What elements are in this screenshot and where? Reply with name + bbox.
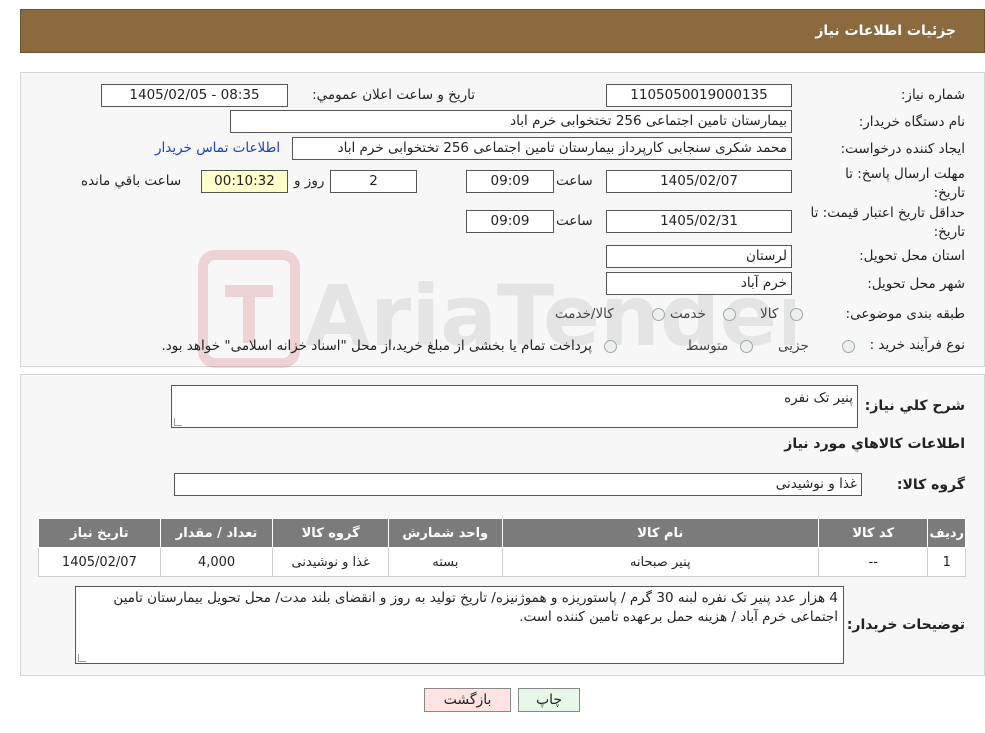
province-field: لرستان [606,245,792,268]
category-radio-service[interactable] [723,308,736,321]
price-validity-label: حداقل تاریخ اعتبار قیمت: تا [810,205,965,221]
col-quantity: تعداد / مقدار [159,518,274,548]
items-heading: اطلاعات کالاهاي مورد نياز [784,436,965,452]
need-description-field[interactable]: پنیر تک نفره [171,385,858,428]
cell-unit: بسته [387,547,503,577]
deadline-time-field: 09:09 [466,170,554,193]
creator-label: ایجاد کننده درخواست: [840,141,965,157]
item-group-field: غذا و نوشیدنی [174,473,862,496]
items-table: رديف کد کالا نام کالا واحد شمارش گروه کا… [38,518,966,577]
cell-group: غذا و نوشیدنی [272,547,389,577]
city-label: شهر محل تحویل: [867,276,965,292]
resize-handle-icon[interactable] [174,418,182,426]
treasury-radio[interactable] [604,340,617,353]
price-validity-label-2: تاریخ: [933,224,965,240]
deadline-label-2: تاریخ: [933,185,965,201]
buyer-notes-label: توضیحات خریدار: [846,617,965,633]
time-remaining-label: ساعت باقي مانده [81,173,182,189]
need-number-label: شماره نیاز: [900,87,965,103]
col-group: گروه کالا [272,518,389,548]
col-row-number: رديف [927,518,966,548]
table-row: 1 -- پنیر صبحانه بسته غذا و نوشیدنی 4,00… [38,547,966,577]
page-header: جزئیات اطلاعات نیاز [20,9,985,53]
col-unit: واحد شمارش [387,518,503,548]
cell-item-code: -- [817,547,929,577]
process-option-medium: متوسط [686,338,729,354]
deadline-time-label: ساعت [556,173,593,189]
validity-time-field: 09:09 [466,210,554,233]
cell-need-date: 1405/02/07 [38,547,161,577]
days-remaining-field: 2 [330,170,417,193]
buyer-org-label: نام دستگاه خریدار: [858,114,965,130]
category-label: طبقه بندی موضوعی: [845,306,965,322]
category-radio-goods-service[interactable] [652,308,665,321]
category-radio-goods[interactable] [790,308,803,321]
cell-row-number: 1 [927,547,966,577]
page-title: جزئیات اطلاعات نیاز [815,23,956,39]
category-option-service: خدمت [670,306,706,322]
col-need-date: تاریخ نیاز [38,518,161,548]
creator-field: محمد شکری سنجابی کارپرداز بیمارستان تامی… [292,137,792,160]
validity-time-label: ساعت [556,213,593,229]
announce-field: 1405/02/05 - 08:35 [101,84,288,107]
days-label: روز و [294,173,325,189]
validity-date-field: 1405/02/31 [606,210,792,233]
need-description-text: پنیر تک نفره [784,390,853,406]
process-type-label: نوع فرآیند خرید : [869,337,965,353]
category-option-goods-service: کالا/خدمت [555,306,614,322]
announce-label: تاریخ و ساعت اعلان عمومي: [312,87,475,103]
buyer-notes-text: 4 هزار عدد پنیر تک نفره لبنه 30 گرم / پا… [113,590,838,625]
need-number-field: 1105050019000135 [606,84,792,107]
deadline-date-field: 1405/02/07 [606,170,792,193]
process-radio-minor[interactable] [842,340,855,353]
buyer-org-field: بیمارستان تامین اجتماعی 256 تختخوابی خرم… [230,110,792,133]
col-item-name: نام کالا [501,518,819,548]
time-remaining-field: 00:10:32 [201,170,288,193]
cell-item-name: پنیر صبحانه [501,547,819,577]
process-option-minor: جزیی [778,338,809,354]
process-note: پرداخت تمام یا بخشی از مبلغ خرید،از محل … [161,338,592,354]
item-group-label: گروه کالا: [896,477,965,493]
category-option-goods: کالا [760,306,779,322]
back-button[interactable]: بازگشت [424,688,511,712]
col-item-code: کد کالا [817,518,929,548]
city-field: خرم آباد [606,272,792,295]
buyer-contact-link[interactable]: اطلاعات تماس خریدار [155,140,280,156]
process-radio-medium[interactable] [740,340,753,353]
province-label: استان محل تحویل: [859,248,965,264]
cell-quantity: 4,000 [159,547,274,577]
need-description-label: شرح کلي نياز: [864,398,965,414]
deadline-label: مهلت ارسال پاسخ: تا [845,166,965,182]
resize-handle-icon[interactable] [78,654,86,662]
buyer-notes-field[interactable]: 4 هزار عدد پنیر تک نفره لبنه 30 گرم / پا… [75,586,844,664]
print-button[interactable]: چاپ [518,688,580,712]
table-header-row: رديف کد کالا نام کالا واحد شمارش گروه کا… [38,518,966,548]
